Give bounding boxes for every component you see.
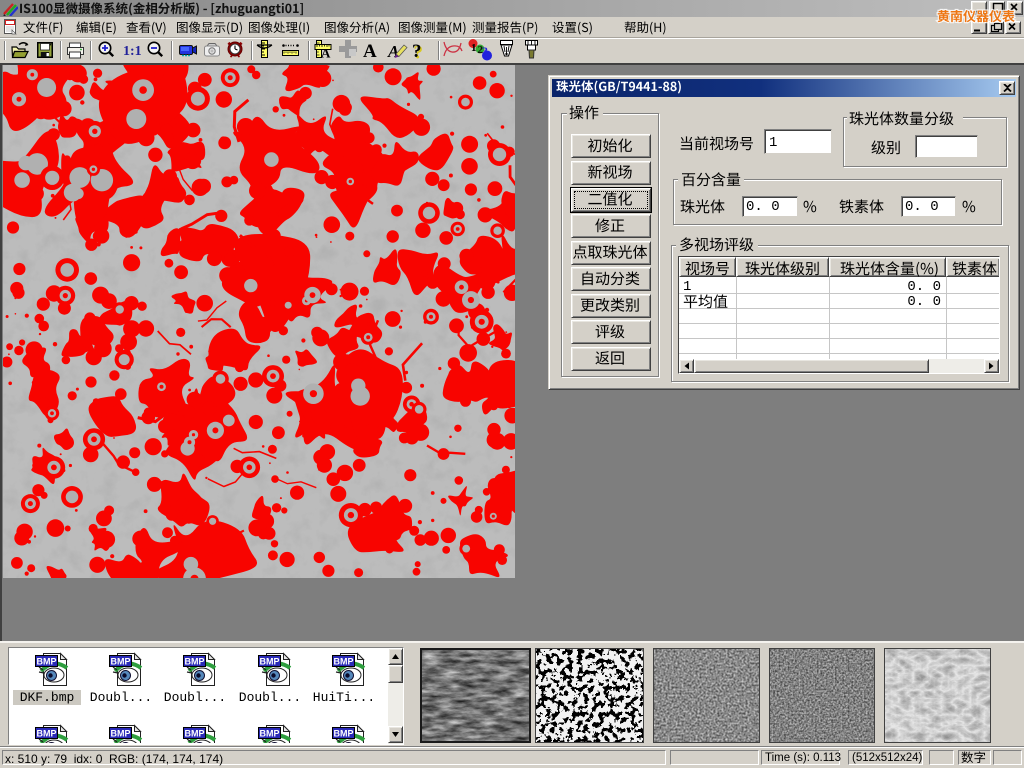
svg-text:BMP: BMP [111, 729, 131, 739]
svg-text:BMP: BMP [37, 657, 57, 667]
svg-text:BMP: BMP [111, 657, 131, 667]
svg-text:BMP: BMP [37, 729, 57, 739]
svg-text:BMP: BMP [334, 657, 354, 667]
svg-text:BMP: BMP [185, 657, 205, 667]
svg-text:BMP: BMP [260, 657, 280, 667]
svg-text:BMP: BMP [185, 729, 205, 739]
svg-text:BMP: BMP [260, 729, 280, 739]
svg-text:BMP: BMP [334, 729, 354, 739]
